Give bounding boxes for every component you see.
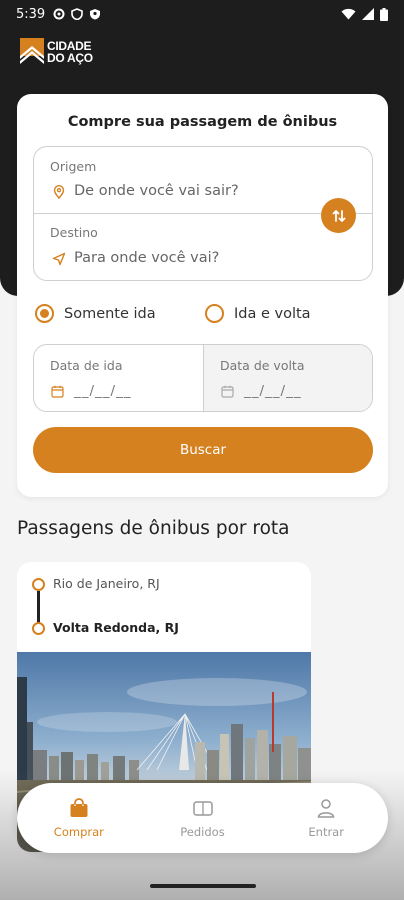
brand-logo: CIDADE DO AÇO: [20, 38, 93, 66]
nav-item-entrar[interactable]: Entrar: [264, 783, 388, 853]
status-bar: 5:39: [0, 0, 404, 28]
destination-input: Para onde você vai?: [74, 250, 220, 266]
nav-label-pedidos: Pedidos: [180, 825, 225, 839]
date-fields: Data de ida __/__/__ Data de volta __/__…: [33, 344, 373, 412]
one-way-radio[interactable]: Somente ida: [35, 304, 156, 323]
radio-selected-indicator: [35, 304, 54, 323]
cidade-do-aco-logo-icon: [20, 38, 44, 64]
route-destination: Volta Redonda, RJ: [53, 620, 179, 635]
origin-field[interactable]: Origem De onde você vai sair?: [34, 147, 372, 213]
return-date-field[interactable]: Data de volta __/__/__: [203, 345, 372, 411]
destination-field[interactable]: Destino Para onde você vai?: [34, 214, 372, 281]
logo-text-line2: DO AÇO: [47, 51, 93, 65]
origin-label: Origem: [50, 159, 97, 174]
return-date-input: __/__/__: [244, 383, 302, 399]
status-time: 5:39: [16, 6, 46, 22]
radio-unselected-indicator: [205, 304, 224, 323]
settings-status-icon: [53, 8, 65, 20]
wifi-icon: [341, 8, 356, 20]
calendar-icon: [51, 385, 64, 398]
home-indicator[interactable]: [150, 884, 256, 888]
location-pin-icon: [53, 185, 65, 199]
destination-label: Destino: [50, 225, 98, 240]
destination-dot-icon: [32, 622, 45, 635]
route-origin: Rio de Janeiro, RJ: [53, 576, 160, 591]
trip-type-options: Somente ida Ida e volta: [35, 302, 375, 326]
logo-text: CIDADE DO AÇO: [47, 40, 93, 64]
departure-date-label: Data de ida: [50, 358, 123, 373]
origin-input: De onde você vai sair?: [74, 183, 239, 199]
swap-locations-button[interactable]: [321, 198, 356, 233]
nav-item-pedidos[interactable]: Pedidos: [141, 783, 265, 853]
shopping-bag-icon: [70, 798, 88, 817]
nav-label-comprar: Comprar: [53, 825, 104, 839]
battery-icon: [380, 7, 388, 21]
one-way-label: Somente ida: [64, 305, 156, 322]
search-card: Compre sua passagem de ônibus Origem De …: [17, 94, 388, 497]
departure-date-field[interactable]: Data de ida __/__/__: [34, 345, 203, 411]
search-title: Compre sua passagem de ônibus: [67, 114, 338, 130]
round-trip-radio[interactable]: Ida e volta: [205, 304, 311, 323]
send-arrow-icon: [52, 252, 66, 266]
swap-vertical-icon: [332, 209, 345, 222]
ticket-icon: [192, 801, 213, 816]
nav-label-entrar: Entrar: [308, 825, 344, 839]
bottom-navigation: Comprar Pedidos Entrar: [17, 783, 388, 853]
departure-date-input: __/__/__: [74, 383, 132, 399]
shield-status-icon: [90, 9, 101, 20]
signal-icon: [362, 8, 374, 20]
calendar-icon: [221, 385, 234, 398]
vpn-status-icon: [71, 8, 84, 20]
search-button[interactable]: Buscar: [33, 427, 373, 473]
routes-section-title: Passagens de ônibus por rota: [17, 518, 290, 539]
round-trip-label: Ida e volta: [234, 305, 311, 322]
origin-dot-icon: [32, 578, 45, 591]
return-date-label: Data de volta: [220, 358, 305, 373]
user-icon: [317, 799, 335, 818]
nav-item-comprar[interactable]: Comprar: [17, 783, 141, 853]
